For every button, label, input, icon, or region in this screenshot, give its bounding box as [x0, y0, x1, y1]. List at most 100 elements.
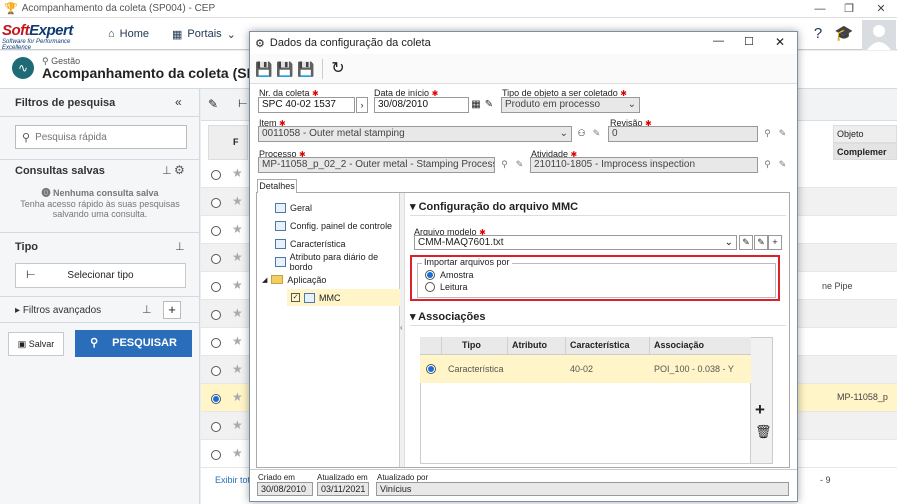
- revision-field[interactable]: 0: [608, 126, 758, 142]
- checkbox-icon[interactable]: ✓: [291, 293, 300, 302]
- row-radio[interactable]: [211, 198, 221, 208]
- search-icon[interactable]: ⚲: [497, 157, 512, 172]
- radio-unselected[interactable]: [425, 282, 435, 292]
- pin-icon[interactable]: ⊥: [142, 303, 152, 316]
- maximize-button[interactable]: ☐: [744, 35, 754, 48]
- row-radio[interactable]: [211, 338, 221, 348]
- clear-icon[interactable]: ✎: [775, 126, 790, 141]
- tree-label: Aplicação: [287, 274, 327, 285]
- tree-item-characteristic[interactable]: Característica: [275, 235, 346, 252]
- calendar-icon[interactable]: ▦: [469, 97, 483, 113]
- tree-item-logbook[interactable]: Atributo para diário de bordo: [275, 252, 399, 272]
- search-icon[interactable]: ⚲: [760, 126, 775, 141]
- pin-icon[interactable]: ⊥: [175, 240, 185, 253]
- star-icon[interactable]: ★: [232, 278, 243, 292]
- trash-icon[interactable]: 🗑: [755, 424, 772, 440]
- save-button[interactable]: ▣ Salvar: [8, 332, 64, 356]
- assoc-section-title[interactable]: ▾ Associações: [410, 310, 485, 323]
- model-file-select[interactable]: CMM-MAQ7601.txt ⌄: [414, 235, 737, 250]
- save-close-icon[interactable]: 💾: [297, 60, 315, 78]
- col-type[interactable]: Tipo: [442, 337, 508, 354]
- search-button[interactable]: ⚲ PESQUISAR: [75, 330, 192, 357]
- minimize-button[interactable]: —: [713, 35, 724, 47]
- clear-icon[interactable]: ✎: [589, 126, 604, 141]
- tree-item-dashboard[interactable]: Config. painel de controle: [275, 217, 392, 234]
- graduation-cap-icon[interactable]: 🎓: [834, 24, 854, 44]
- row-radio[interactable]: [211, 422, 221, 432]
- pager[interactable]: - 9: [820, 475, 831, 485]
- clear-icon[interactable]: ✎: [512, 157, 527, 172]
- mmc-section-title[interactable]: ▾ Configuração do arquivo MMC: [410, 200, 578, 213]
- save-new-icon[interactable]: 💾: [255, 60, 273, 78]
- row-radio[interactable]: [211, 366, 221, 376]
- row-radio[interactable]: [211, 310, 221, 320]
- select-type-button[interactable]: ⊢ Selecionar tipo: [15, 263, 186, 288]
- star-icon[interactable]: ★: [232, 418, 243, 432]
- divider: [410, 325, 786, 326]
- star-icon[interactable]: ★: [232, 166, 243, 180]
- refresh-icon[interactable]: ↻: [329, 60, 347, 78]
- row-radio[interactable]: [211, 254, 221, 264]
- edit-icon[interactable]: ✎: [208, 97, 218, 111]
- process-field[interactable]: MP-11058_p_02_2 - Outer metal - Stamping…: [258, 157, 495, 173]
- star-icon[interactable]: ★: [232, 306, 243, 320]
- row-radio[interactable]: [211, 226, 221, 236]
- nr-field[interactable]: SPC 40-02 1537: [258, 97, 355, 113]
- add-filter-button[interactable]: +: [163, 301, 181, 319]
- edit-clear-icon[interactable]: ✎: [754, 235, 768, 250]
- row-radio[interactable]: [211, 282, 221, 292]
- row-radio[interactable]: [211, 170, 221, 180]
- clear-icon[interactable]: ✎: [483, 97, 495, 113]
- add-icon[interactable]: +: [755, 400, 765, 420]
- start-date-field[interactable]: 30/08/2010: [374, 97, 469, 113]
- row-radio[interactable]: [426, 364, 436, 374]
- close-dialog-button[interactable]: ✕: [775, 35, 785, 49]
- option-reading[interactable]: Leitura: [425, 282, 468, 292]
- tree-item-general[interactable]: Geral: [275, 199, 312, 216]
- restore-button[interactable]: ❐: [834, 0, 864, 18]
- tab-details[interactable]: Detalhes: [257, 179, 297, 193]
- help-icon[interactable]: ?: [808, 24, 828, 44]
- add-icon[interactable]: +: [768, 235, 782, 250]
- item-field[interactable]: 0011058 - Outer metal stamping ⌄: [258, 126, 572, 142]
- tree-item-application[interactable]: ◢ Aplicação: [262, 271, 326, 288]
- star-icon[interactable]: ★: [232, 194, 243, 208]
- minimize-button[interactable]: —: [805, 0, 835, 18]
- quick-search[interactable]: ⚲: [15, 125, 187, 149]
- row-radio[interactable]: [211, 450, 221, 460]
- splitter[interactable]: ‹: [400, 193, 405, 467]
- collapse-icon[interactable]: «: [175, 95, 182, 109]
- activity-field[interactable]: 210110-1805 - Improcess inspection: [530, 157, 758, 173]
- nav-portals[interactable]: ▦ Portais ⌄: [172, 24, 236, 44]
- gear-icon[interactable]: ⚙: [174, 163, 185, 177]
- save-icon[interactable]: 💾: [276, 60, 294, 78]
- option-sample[interactable]: Amostra: [425, 270, 474, 280]
- search-icon[interactable]: ⚲: [760, 157, 775, 172]
- col-characteristic[interactable]: Característica: [566, 337, 650, 354]
- avatar[interactable]: [862, 20, 896, 50]
- binoculars-icon[interactable]: ⚇: [574, 126, 589, 141]
- star-icon[interactable]: ★: [232, 222, 243, 236]
- table-row[interactable]: Característica 40-02 POI_100 - 0.038 - Y: [420, 355, 751, 383]
- row-radio[interactable]: [211, 394, 221, 404]
- close-window-button[interactable]: ✕: [866, 0, 896, 18]
- star-icon[interactable]: ★: [232, 446, 243, 460]
- tree-item-mmc[interactable]: ✓ MMC: [287, 289, 400, 306]
- quick-search-input[interactable]: [35, 131, 166, 143]
- object-type-select[interactable]: Produto em processo ⌄: [501, 97, 640, 113]
- star-icon[interactable]: ★: [232, 362, 243, 376]
- col-attribute[interactable]: Atributo: [508, 337, 566, 354]
- radio-selected[interactable]: [425, 270, 435, 280]
- nav-home[interactable]: ⌂ Home: [108, 24, 149, 44]
- pin-icon[interactable]: ⊥: [162, 164, 172, 177]
- star-icon[interactable]: ★: [232, 334, 243, 348]
- hierarchy-icon[interactable]: ⊢: [238, 97, 248, 110]
- edit-icon[interactable]: ✎: [739, 235, 753, 250]
- advanced-filters[interactable]: ▸ Filtros avançados: [15, 305, 101, 316]
- star-icon[interactable]: ★: [232, 250, 243, 264]
- show-all-link[interactable]: Exibir tot: [215, 475, 250, 485]
- star-icon[interactable]: ★: [232, 390, 243, 404]
- col-association[interactable]: Associação: [650, 337, 751, 354]
- next-icon[interactable]: ›: [356, 97, 368, 113]
- clear-icon[interactable]: ✎: [775, 157, 790, 172]
